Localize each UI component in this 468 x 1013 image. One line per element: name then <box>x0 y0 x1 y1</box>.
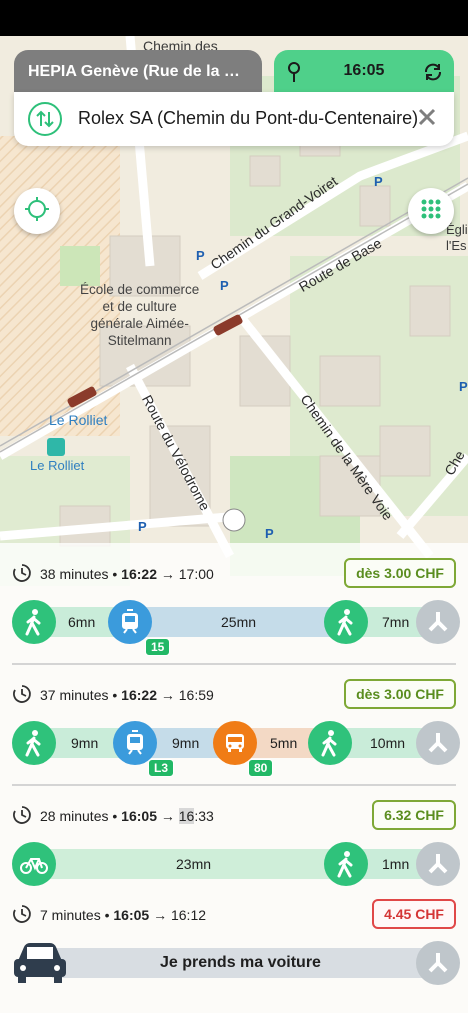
segment-duration: 1mn <box>382 856 410 872</box>
school-label-line: générale Aimée- <box>90 316 189 331</box>
route-depart: 16:05 <box>121 808 157 824</box>
segment-duration: 23mn <box>176 856 212 872</box>
route-arrive-hour: 16 <box>178 808 195 824</box>
route-card[interactable]: 37 minutes • 16:22 → 16:59 dès 3.00 CHF … <box>0 679 468 791</box>
parking-icon: P <box>374 174 383 189</box>
line-badge: 15 <box>145 638 171 656</box>
departure-time-box[interactable]: 16:05 <box>274 50 454 94</box>
segment-duration: 7mn <box>382 614 410 630</box>
route-arrive-minutes: :33 <box>194 808 214 824</box>
route-depart: 16:05 <box>113 907 150 923</box>
route-arrive: 16:59 <box>178 687 214 703</box>
destination-box: Rolex SA (Chemin du Pont-du-Centenaire) <box>14 92 454 146</box>
route-summary: 7 minutes • 16:05 → 16:12 <box>12 901 206 929</box>
route-arrow-icon[interactable] <box>416 842 460 886</box>
car-label: Je prends ma voiture <box>160 954 321 971</box>
route-arrow-icon[interactable] <box>416 600 460 644</box>
route-price: dès 3.00 CHF <box>344 679 456 709</box>
school-label-line: École de commerce <box>80 282 200 297</box>
route-arrow: → <box>160 687 175 703</box>
walk-icon <box>324 842 368 886</box>
school-label-line: et de culture <box>102 299 177 314</box>
segment-duration: 6mn <box>68 614 96 630</box>
parking-icon: P <box>196 248 205 263</box>
school-label-line: Stitelmann <box>107 333 172 348</box>
route-card[interactable]: 7 minutes • 16:05 → 16:12 4.45 CHF Je pr… <box>0 899 468 1001</box>
route-arrive: 16:12 <box>170 907 207 923</box>
parking-icon: P <box>138 519 147 534</box>
route-summary: 28 minutes • 16:05 → 16:33 <box>12 802 214 830</box>
route-arrow: → <box>153 907 168 923</box>
route-summary: 37 minutes • 16:22 → 16:59 <box>12 681 214 709</box>
stop-label: Le Rolliet <box>30 458 85 473</box>
segment-duration: 10mn <box>370 735 406 751</box>
routes-panel[interactable]: 38 minutes • 16:22 → 17:00 dès 3.00 CHF … <box>0 543 468 1013</box>
route-bar: Je prends ma voiture <box>12 948 456 978</box>
divider <box>12 663 456 665</box>
route-price: 6.32 CHF <box>372 800 456 830</box>
route-depart: 16:22 <box>121 566 157 582</box>
route-arrow-icon[interactable] <box>416 941 460 985</box>
walk-icon <box>12 600 56 644</box>
route-arrow-icon[interactable] <box>416 721 460 765</box>
close-icon[interactable] <box>416 106 438 133</box>
route-duration: 38 minutes <box>40 566 109 582</box>
walk-icon <box>308 721 352 765</box>
route-arrive: 17:00 <box>178 566 214 582</box>
route-price: 4.45 CHF <box>372 899 456 929</box>
clock-icon <box>12 904 32 927</box>
church-label: Église l'Es <box>446 222 468 254</box>
route-card[interactable]: 28 minutes • 16:05 → 16:33 6.32 CHF 23mn… <box>0 800 468 892</box>
line-badge: L3 <box>148 759 175 777</box>
refresh-icon[interactable] <box>422 61 444 88</box>
route-duration: 7 minutes <box>40 907 101 923</box>
school-label: École de commerce et de culture générale… <box>80 281 199 349</box>
tram-icon <box>108 600 152 644</box>
grid-icon <box>420 198 442 225</box>
menu-button[interactable] <box>408 188 454 234</box>
route-card[interactable]: 38 minutes • 16:22 → 17:00 dès 3.00 CHF … <box>0 558 468 670</box>
route-depart: 16:22 <box>121 687 157 703</box>
route-arrow: → <box>160 566 175 582</box>
route-bar: 23mn 1mn <box>12 849 456 879</box>
stop-label: Le Rolliet <box>49 412 108 428</box>
status-bar <box>0 0 468 36</box>
route-arrow: → <box>160 808 175 824</box>
clock-icon <box>12 805 32 828</box>
segment-duration: 9mn <box>71 735 99 751</box>
clock-icon <box>12 684 32 707</box>
segment-duration: 5mn <box>270 735 298 751</box>
segment-duration: 25mn <box>221 614 257 630</box>
locate-icon <box>24 196 50 227</box>
origin-field[interactable]: HEPIA Genève (Rue de la Prairie) <box>14 50 262 94</box>
route-summary: 38 minutes • 16:22 → 17:00 <box>12 560 214 588</box>
walk-icon <box>324 600 368 644</box>
bike-icon <box>12 842 56 886</box>
swap-icon[interactable] <box>28 102 62 136</box>
divider <box>12 784 456 786</box>
route-duration: 37 minutes <box>40 687 109 703</box>
locate-button[interactable] <box>14 188 60 234</box>
clock-icon <box>12 563 32 586</box>
route-price: dès 3.00 CHF <box>344 558 456 588</box>
destination-field[interactable]: Rolex SA (Chemin du Pont-du-Centenaire) <box>78 108 424 129</box>
parking-icon: P <box>265 526 274 541</box>
line-badge: 80 <box>248 759 274 777</box>
route-duration: 28 minutes <box>40 808 109 824</box>
parking-icon: P <box>459 379 468 394</box>
walk-icon <box>12 721 56 765</box>
segment-duration: 9mn <box>172 735 200 751</box>
church-label-line: l'Es <box>446 238 467 253</box>
parking-icon: P <box>220 278 229 293</box>
route-bar: 6mn 25mn 7mn <box>12 607 456 637</box>
car-icon <box>10 939 70 992</box>
